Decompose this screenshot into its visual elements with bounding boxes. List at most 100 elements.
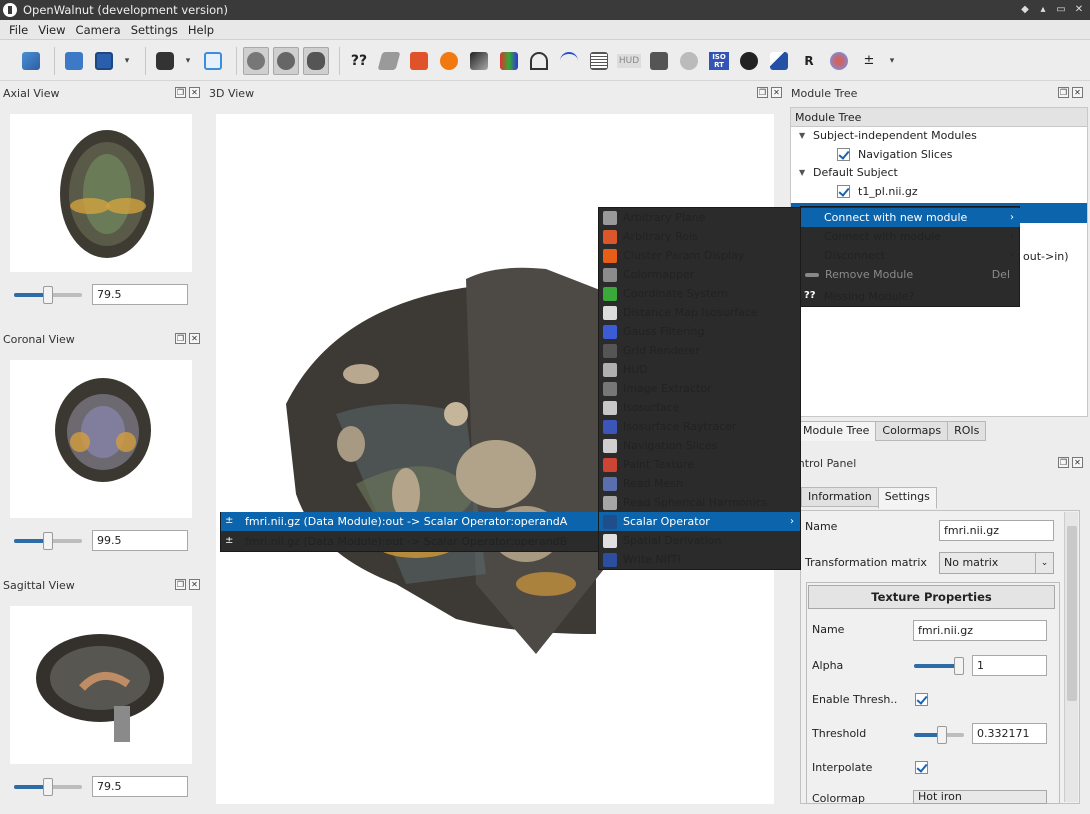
module-menu-item[interactable]: Colormapper [599,265,800,284]
grid-renderer-button[interactable] [586,47,612,75]
coronal-slider-knob[interactable] [43,531,53,550]
module-menu-item[interactable]: HUD [599,360,800,379]
close-dock-icon[interactable]: ✕ [189,87,200,98]
control-panel-scrollbar[interactable] [1064,512,1078,802]
sagittal-slice-slider[interactable] [14,777,82,796]
menu-missing-module[interactable]: ?? Missing Module? [800,287,1020,306]
menu-connect-new-module[interactable]: Connect with new module › [800,208,1020,227]
isosurface-button[interactable] [676,47,702,75]
coronal-slice-value[interactable]: 99.5 [92,530,188,551]
tab-rois[interactable]: ROIs [947,421,987,441]
read-spherical-harmonics-button[interactable] [826,47,852,75]
image-extractor-button[interactable] [646,47,672,75]
module-menu-item[interactable]: Gauss Filtering [599,322,800,341]
scrollbar-thumb[interactable] [1067,526,1077,701]
enable-threshold-checkbox[interactable] [915,693,928,706]
interpolate-checkbox[interactable] [915,761,928,774]
module-menu-item[interactable]: Arbitrary Plane [599,208,800,227]
connector-operand-b[interactable]: ± fmri.nii.gz (Data Module):out -> Scala… [221,532,598,551]
missing-module-button[interactable]: ?? [346,47,372,75]
tree-item-default-subject[interactable]: ▼ Default Subject [799,163,898,182]
read-mesh-button[interactable]: R [796,47,822,75]
minimize-icon[interactable]: ▴ [1036,3,1050,17]
load-project-button[interactable] [18,47,44,75]
gauss-filtering-button[interactable] [556,47,582,75]
coronal-view-canvas[interactable] [10,360,192,518]
threshold-input[interactable]: 0.332171 [972,723,1047,744]
menu-remove-module[interactable]: Remove Module Del [800,265,1020,284]
menu-connect-module[interactable]: Connect with module › [800,227,1020,246]
sagittal-slider-knob[interactable] [43,777,53,796]
tab-settings[interactable]: Settings [877,487,937,509]
menu-view[interactable]: View [33,23,70,37]
scalar-operator-button[interactable]: ± [856,47,882,75]
maximize-icon[interactable]: ▭ [1054,3,1068,17]
reset-view-button[interactable] [200,47,226,75]
tree-item-subject-independent[interactable]: ▼ Subject-independent Modules [799,126,977,145]
module-menu-item[interactable]: Cluster Param Display [599,246,800,265]
tab-information[interactable]: Information [801,487,879,507]
module-menu-item[interactable]: Read Spherical Harmonics [599,493,800,512]
connector-operand-a[interactable]: ± fmri.nii.gz (Data Module):out -> Scala… [221,512,598,531]
arbitrary-rois-button[interactable] [406,47,432,75]
open-file-button[interactable] [61,47,87,75]
navigation-slices-button[interactable] [736,47,762,75]
name-input[interactable]: fmri.nii.gz [939,520,1054,541]
tree-item-t1[interactable]: t1_pl.nii.gz [837,182,918,201]
menu-camera[interactable]: Camera [71,23,126,37]
axial-slice-slider[interactable] [14,285,82,304]
coronal-slice-button[interactable] [273,46,299,75]
arbitrary-plane-button[interactable] [376,47,402,75]
module-menu-item[interactable]: Spatial Derivation [599,531,800,550]
cluster-param-button[interactable] [436,47,462,75]
module-menu-item[interactable]: Isosurface Raytracer [599,417,800,436]
tab-module-tree[interactable]: Module Tree [796,421,877,441]
sagittal-view-canvas[interactable] [10,606,192,764]
coordinate-system-button[interactable] [496,47,522,75]
module-menu-item[interactable]: Distance Map Isosurface [599,303,800,322]
module-menu-item[interactable]: Coordinate System [599,284,800,303]
float-dock-icon[interactable]: ❐ [175,333,186,344]
alpha-slider[interactable] [914,657,964,675]
threshold-slider[interactable] [914,726,964,744]
menu-file[interactable]: File [4,23,33,37]
module-menu-item[interactable]: Paint Texture [599,455,800,474]
menu-settings[interactable]: Settings [126,23,183,37]
axial-slider-knob[interactable] [43,285,53,304]
module-menu-item[interactable]: Isosurface [599,398,800,417]
texture-properties-header[interactable]: Texture Properties [808,585,1055,609]
float-dock-icon[interactable]: ❐ [1058,457,1069,468]
tree-item-navigation-slices[interactable]: Navigation Slices [837,145,952,164]
screenshot-button[interactable] [152,47,178,75]
module-menu-item[interactable]: Arbitrary Rois [599,227,800,246]
menu-help[interactable]: Help [183,23,219,37]
coronal-slice-slider[interactable] [14,531,82,550]
tex-name-input[interactable]: fmri.nii.gz [913,620,1047,641]
sagittal-slice-button[interactable] [303,46,329,75]
pin-icon[interactable]: ◆ [1018,3,1032,17]
alpha-input[interactable]: 1 [972,655,1047,676]
close-dock-icon[interactable]: ✕ [1072,457,1083,468]
threshold-slider-knob[interactable] [937,726,947,744]
axial-slice-value[interactable]: 79.5 [92,284,188,305]
close-dock-icon[interactable]: ✕ [189,579,200,590]
axial-slice-button[interactable] [243,46,269,75]
paint-texture-button[interactable] [766,47,792,75]
module-menu-item[interactable]: Read Mesh [599,474,800,493]
module-menu-item[interactable]: Write NIfTI [599,550,800,569]
float-dock-icon[interactable]: ❐ [1058,87,1069,98]
close-icon[interactable]: ✕ [1072,3,1086,17]
sagittal-slice-value[interactable]: 79.5 [92,776,188,797]
screenshot-menu-chevron-icon[interactable]: ▾ [182,56,194,66]
module-menu-item[interactable]: Scalar Operator › [599,512,800,531]
distance-map-button[interactable] [526,47,552,75]
close-dock-icon[interactable]: ✕ [189,333,200,344]
transform-select[interactable]: No matrix ⌄ [939,552,1054,574]
tab-colormaps[interactable]: Colormaps [875,421,949,441]
module-enabled-checkbox[interactable] [837,185,850,198]
toolbar-overflow-chevron-icon[interactable]: ▾ [886,56,898,66]
hud-button[interactable]: HUD [616,47,642,75]
save-menu-chevron-icon[interactable]: ▾ [121,56,133,66]
module-menu-item[interactable]: Navigation Slices [599,436,800,455]
axial-view-canvas[interactable] [10,114,192,272]
